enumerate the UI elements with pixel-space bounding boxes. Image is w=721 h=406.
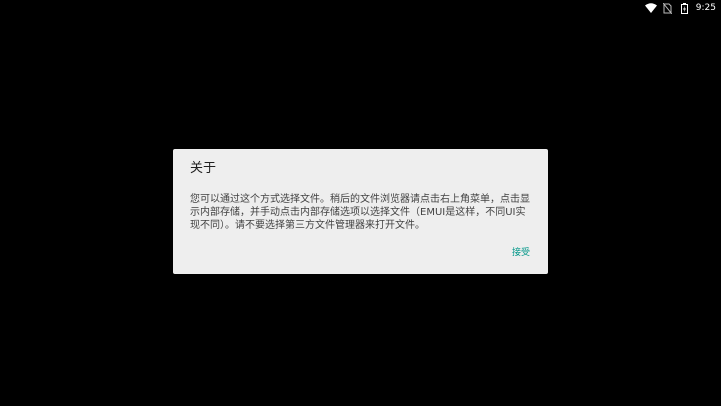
status-bar: 9:25 <box>644 0 721 16</box>
dialog-title: 关于 <box>190 161 217 176</box>
status-time: 9:25 <box>695 3 716 13</box>
no-sim-icon <box>662 2 674 14</box>
dialog-message: 您可以通过这个方式选择文件。稍后的文件浏览器请点击右上角菜单，点击显示内部存储，… <box>190 194 530 231</box>
screen: 9:25 关于 您可以通过这个方式选择文件。稍后的文件浏览器请点击右上角菜单，点… <box>0 0 721 406</box>
battery-icon <box>679 2 691 14</box>
wifi-icon <box>644 2 657 14</box>
about-dialog: 关于 您可以通过这个方式选择文件。稍后的文件浏览器请点击右上角菜单，点击显示内部… <box>173 149 548 274</box>
accept-button[interactable]: 接受 <box>508 243 534 260</box>
